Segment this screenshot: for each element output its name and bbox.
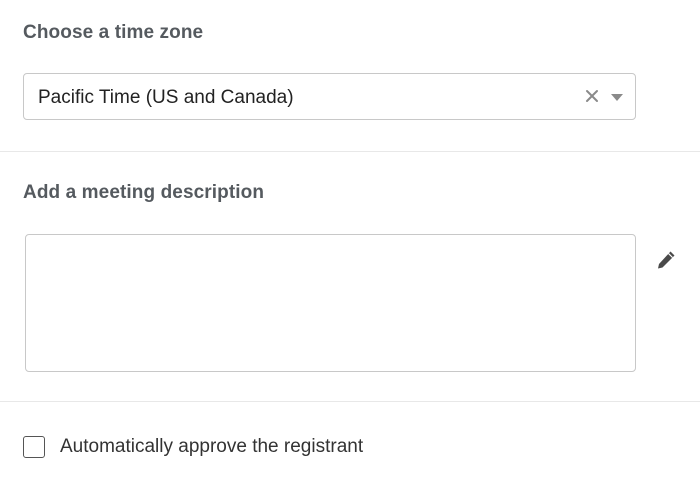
section-divider [0, 401, 700, 402]
caret-down-icon[interactable] [610, 93, 624, 102]
meeting-settings-panel: Choose a time zone Pacific Time (US and … [0, 0, 700, 491]
pencil-icon[interactable] [655, 249, 677, 271]
section-divider [0, 151, 700, 152]
timezone-label: Choose a time zone [23, 22, 204, 43]
close-icon[interactable] [584, 88, 600, 104]
timezone-selected-value: Pacific Time (US and Canada) [38, 87, 294, 108]
description-label: Add a meeting description [23, 182, 265, 203]
description-textarea[interactable] [25, 234, 636, 372]
auto-approve-checkbox[interactable] [23, 436, 45, 458]
timezone-select[interactable]: Pacific Time (US and Canada) [23, 73, 636, 120]
auto-approve-label[interactable]: Automatically approve the registrant [60, 436, 363, 458]
